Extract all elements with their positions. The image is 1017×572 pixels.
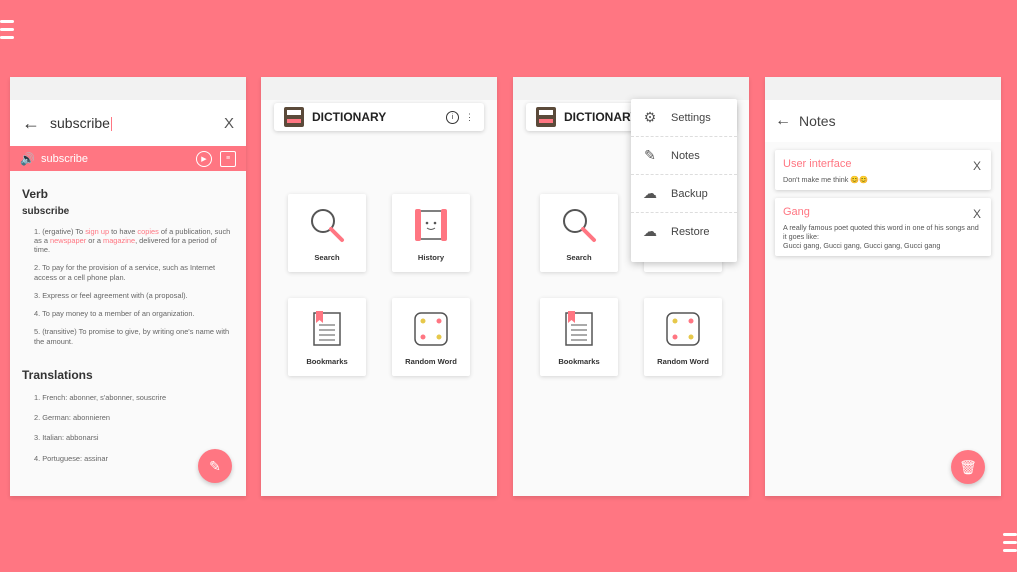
link-magazine[interactable]: magazine — [103, 236, 135, 245]
link-sign-up[interactable]: sign up — [85, 227, 109, 236]
note-body: Don't make me think 😊😊 — [783, 175, 869, 184]
clear-icon[interactable]: X — [224, 115, 234, 132]
translation-item: 3. Italian: abbonarsi — [34, 433, 99, 443]
tile-bookmarks[interactable]: Bookmarks — [540, 298, 618, 376]
part-of-speech: Verb — [22, 187, 49, 201]
page-title: Notes — [799, 113, 836, 129]
speaker-icon[interactable]: 🔊 — [20, 152, 35, 166]
definition-screen: ← subscribe X 🔊 subscribe ▶ ≡ Verb subsc… — [10, 77, 246, 496]
translations-heading: Translations — [22, 367, 93, 382]
dice-icon — [414, 312, 448, 346]
close-icon[interactable]: X — [973, 159, 981, 173]
definition-body: Verb subscribe 1. (ergative) To sign up … — [10, 171, 246, 484]
tile-label: Bookmarks — [306, 357, 348, 366]
bookmark-doc-icon — [565, 311, 593, 346]
pencil-icon: ✎ — [209, 457, 221, 474]
delete-all-button[interactable]: 🗑 — [951, 450, 985, 484]
definition-item: 1. (ergative) To sign up to have copies … — [34, 226, 231, 255]
search-bar: ← subscribe X — [10, 100, 246, 146]
notes-screen: ← Notes User interface Don't make me thi… — [765, 77, 1001, 496]
tile-history[interactable]: History — [392, 194, 470, 272]
more-vert-icon[interactable]: ⋮ — [465, 112, 474, 123]
app-header: DICTIONARY i ⋮ — [274, 103, 484, 131]
word-bar: 🔊 subscribe ▶ ≡ — [10, 146, 246, 171]
link-newspaper[interactable]: newspaper — [50, 236, 86, 245]
scroll-icon — [415, 209, 447, 241]
status-bar — [513, 77, 749, 100]
cloud-download-icon: ☁ — [643, 223, 657, 239]
back-arrow-icon[interactable]: ← — [775, 112, 791, 130]
note-card[interactable]: User interface Don't make me think 😊😊 X — [775, 150, 991, 190]
status-bar — [261, 77, 497, 100]
tile-label: Search — [314, 253, 340, 262]
tile-bookmarks[interactable]: Bookmarks — [288, 298, 366, 376]
menu-item-notes[interactable]: ✎ Notes — [631, 137, 737, 175]
translation-item: 2. German: abonnieren — [34, 413, 111, 422]
pencil-icon: ✎ — [644, 147, 656, 163]
menu-item-backup[interactable]: ☁ Backup — [631, 175, 737, 213]
translation-item: 1. French: abonner, s'abonner, souscrire — [34, 392, 167, 402]
note-title: Gang — [783, 206, 810, 218]
dictionary-logo-icon — [536, 107, 556, 127]
home-screen: DICTIONARY i ⋮ Search History Bookmarks … — [261, 77, 497, 496]
tile-search[interactable]: Search — [288, 194, 366, 272]
tile-label: Random Word — [657, 357, 709, 366]
close-icon[interactable]: X — [973, 207, 981, 221]
bookmark-doc-icon — [313, 311, 341, 346]
headword: subscribe — [22, 206, 70, 217]
info-icon[interactable]: i — [446, 110, 459, 124]
dictionary-logo-icon — [284, 107, 304, 127]
tile-search[interactable]: Search — [540, 194, 618, 272]
definition-item: 2. To pay for the provision of a service… — [34, 263, 216, 282]
decor-stripes-bottom — [1003, 533, 1017, 557]
definition-item: 3. Express or feel agreement with (a pro… — [34, 290, 188, 300]
bookmark-add-icon[interactable]: ≡ — [220, 150, 236, 167]
note-body: A really famous poet quoted this word in… — [783, 223, 979, 250]
play-icon[interactable]: ▶ — [196, 150, 212, 167]
status-bar — [10, 77, 246, 100]
dice-icon — [666, 312, 700, 346]
status-bar — [765, 77, 1001, 100]
menu-item-restore[interactable]: ☁ Restore — [631, 213, 737, 250]
app-title: DICTIONARY — [312, 110, 387, 124]
search-icon — [311, 209, 344, 242]
tile-random-word[interactable]: Random Word — [392, 298, 470, 376]
trash-icon: 🗑 — [959, 458, 977, 475]
tile-label: History — [417, 253, 445, 262]
search-icon — [563, 209, 596, 242]
back-arrow-icon[interactable]: ← — [22, 113, 50, 134]
menu-item-settings[interactable]: ⚙ Settings — [631, 99, 737, 137]
tile-label: Search — [566, 253, 592, 262]
decor-stripes-top — [0, 20, 14, 44]
edit-note-button[interactable]: ✎ — [198, 449, 232, 483]
notes-header: ← Notes — [765, 100, 1001, 142]
definition-item: 5. (transitive) To promise to give, by w… — [34, 327, 230, 346]
overflow-menu: ⚙ Settings ✎ Notes ☁ Backup ☁ Restore — [631, 99, 737, 262]
tile-label: Random Word — [405, 357, 457, 366]
tile-label: Bookmarks — [558, 357, 600, 366]
note-title: User interface — [783, 158, 852, 170]
tile-random-word[interactable]: Random Word — [644, 298, 722, 376]
settings-icon: ⚙ — [643, 109, 657, 125]
word-bar-label: subscribe — [40, 152, 89, 165]
definition-item: 4. To pay money to a member of an organi… — [34, 309, 195, 318]
cloud-upload-icon: ☁ — [643, 185, 657, 201]
search-input[interactable]: subscribe — [50, 115, 224, 131]
link-copies[interactable]: copies — [137, 227, 158, 236]
note-card[interactable]: Gang A really famous poet quoted this wo… — [775, 198, 991, 256]
